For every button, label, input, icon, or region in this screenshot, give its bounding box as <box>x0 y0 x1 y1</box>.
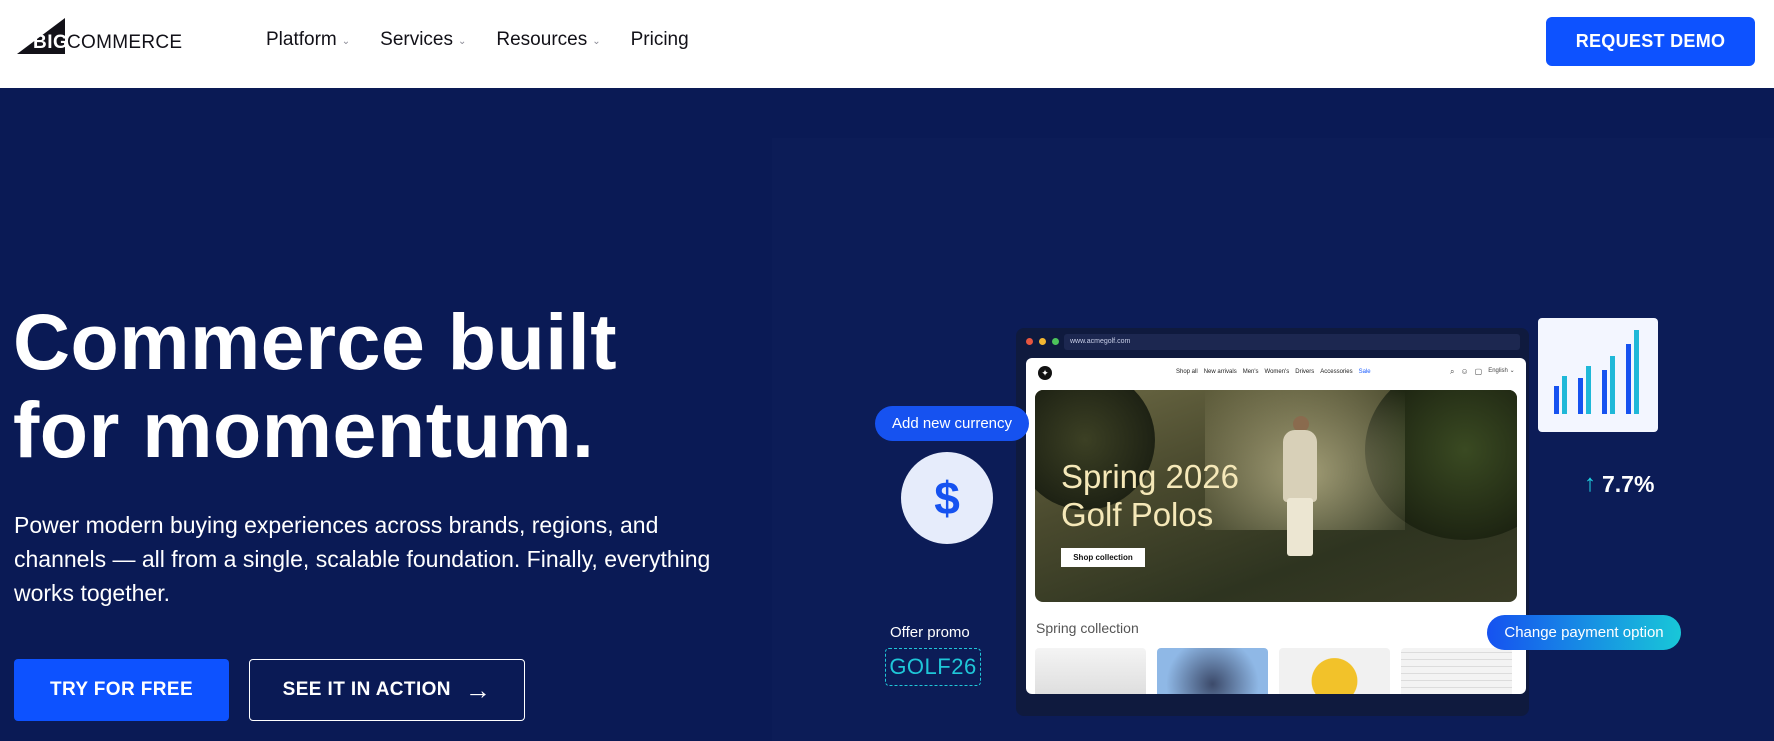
headline-line-2: for momentum. <box>13 385 595 474</box>
banner-title: Spring 2026 Golf Polos <box>1061 458 1239 534</box>
store-nav-item: Drivers <box>1295 369 1315 375</box>
stat-value: 7.7% <box>1602 470 1655 497</box>
headline-line-1: Commerce built <box>13 297 618 386</box>
growth-chart-card <box>1538 318 1658 432</box>
dollar-icon: $ <box>901 452 993 544</box>
store-utility-icons: ⌕ ☺ ▢ English ⌄ <box>1450 367 1515 377</box>
offer-promo-label: Offer promo <box>890 624 970 641</box>
user-icon: ☺ <box>1460 367 1469 376</box>
store-nav-item: Sale <box>1358 369 1371 375</box>
store-nav-item: Women's <box>1264 369 1290 375</box>
store-nav: Shop all New arrivals Men's Women's Driv… <box>1176 369 1371 375</box>
arrow-up-icon: ↑ <box>1584 470 1596 497</box>
main-nav: Platform ⌄ Services ⌄ Resources ⌄ Pricin… <box>266 29 689 51</box>
nav-item-resources[interactable]: Resources ⌄ <box>496 29 600 51</box>
banner-title-line-1: Spring 2026 <box>1061 458 1239 495</box>
product-card <box>1401 648 1512 694</box>
chevron-down-icon: ⌄ <box>341 35 351 47</box>
bar-chart-icon <box>1554 330 1639 414</box>
store-nav-item: New arrivals <box>1203 369 1237 375</box>
nav-item-pricing[interactable]: Pricing <box>631 29 689 51</box>
hero-headline: Commerce built for momentum. <box>13 298 733 474</box>
product-card <box>1279 648 1390 694</box>
search-icon: ⌕ <box>1450 367 1455 376</box>
nav-item-services[interactable]: Services ⌄ <box>380 29 466 51</box>
store-nav-item: Accessories <box>1320 369 1353 375</box>
golfer-figure <box>1287 498 1313 556</box>
growth-stat: ↑ 7.7% <box>1584 470 1654 498</box>
nav-label: Resources <box>496 29 588 50</box>
shop-collection-button: Shop collection <box>1061 548 1145 567</box>
nav-item-platform[interactable]: Platform ⌄ <box>266 29 350 51</box>
store-page: ✦ Shop all New arrivals Men's Women's Dr… <box>1026 358 1526 694</box>
site-header: BIG COMMERCE Platform ⌄ Services ⌄ Resou… <box>0 0 1774 88</box>
product-grid <box>1035 648 1512 694</box>
nav-label: Platform <box>266 29 337 50</box>
banner-title-line-2: Golf Polos <box>1061 496 1214 533</box>
add-new-currency-pill: Add new currency <box>875 406 1029 441</box>
try-for-free-button[interactable]: TRY FOR FREE <box>14 659 229 721</box>
store-logo-icon: ✦ <box>1038 366 1052 380</box>
window-controls <box>1026 338 1059 345</box>
product-card <box>1157 648 1268 694</box>
store-nav-item: Men's <box>1242 369 1259 375</box>
section-label: Spring collection <box>1036 620 1139 636</box>
logo-big-text: BIG <box>33 32 69 53</box>
see-it-in-action-label: SEE IT IN ACTION <box>282 679 451 700</box>
close-dot-icon <box>1026 338 1033 345</box>
arrow-right-icon: → <box>464 674 492 705</box>
product-card <box>1035 648 1146 694</box>
language-selector: English ⌄ <box>1488 368 1515 374</box>
see-it-in-action-button[interactable]: SEE IT IN ACTION → <box>249 659 525 721</box>
maximize-dot-icon <box>1052 338 1059 345</box>
request-demo-button[interactable]: REQUEST DEMO <box>1546 17 1755 66</box>
chevron-down-icon: ⌄ <box>458 35 467 47</box>
logo-commerce-text: COMMERCE <box>67 32 183 53</box>
nav-label: Services <box>380 29 453 50</box>
nav-label: Pricing <box>630 29 689 50</box>
cart-icon: ▢ <box>1474 367 1483 376</box>
promo-code-badge: GOLF26 <box>885 648 981 686</box>
bigcommerce-logo[interactable]: BIG COMMERCE <box>17 18 187 58</box>
hero-banner-image: Spring 2026 Golf Polos Shop collection <box>1035 390 1517 602</box>
hero-subtext: Power modern buying experiences across b… <box>14 512 711 606</box>
store-nav-item: Shop all <box>1176 369 1198 375</box>
address-bar: www.acmegolf.com <box>1064 334 1520 350</box>
minimize-dot-icon <box>1039 338 1046 345</box>
golfer-figure <box>1283 430 1317 502</box>
storefront-browser-mockup: www.acmegolf.com ✦ Shop all New arrivals… <box>1016 328 1529 716</box>
chevron-down-icon: ⌄ <box>592 35 601 47</box>
change-payment-option-pill: Change payment option <box>1487 615 1681 650</box>
